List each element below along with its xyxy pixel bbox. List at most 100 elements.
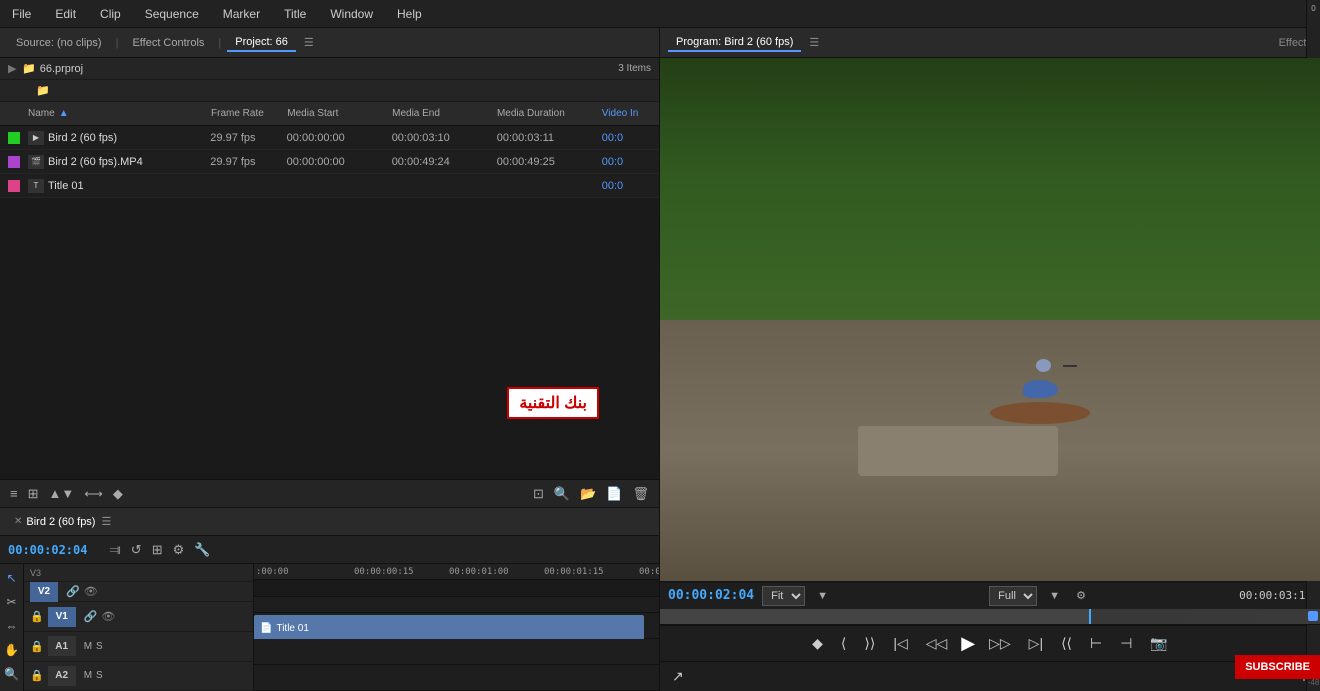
media-fps-2: 29.97 fps — [210, 156, 286, 168]
zoom-tool[interactable]: 🔍 — [2, 664, 22, 684]
step-back-btn[interactable]: ⟨ — [837, 633, 850, 654]
storyboard-icon[interactable]: ⊡ — [531, 484, 546, 504]
track-v1-eye[interactable]: 👁 — [101, 610, 115, 623]
sort-icon-btn[interactable]: ▲▼ — [47, 484, 77, 503]
lift-btn[interactable]: 📷 — [1146, 633, 1171, 654]
menu-help[interactable]: Help — [393, 5, 426, 23]
bird-bath-bowl — [990, 402, 1090, 424]
ripple-tool[interactable]: ↺ — [129, 540, 144, 560]
monitor-scrubber[interactable] — [660, 609, 1320, 625]
select-tool[interactable]: ↖ — [2, 568, 22, 588]
sort-icon: ▲ — [59, 108, 69, 119]
track-a2-s[interactable]: S — [96, 670, 103, 681]
fit-dropdown[interactable]: Fit — [762, 586, 805, 606]
go-to-out-btn[interactable]: ▷| — [1025, 633, 1047, 654]
track-a2-m[interactable]: M — [84, 670, 92, 681]
new-item-icon[interactable]: 📄 — [604, 484, 624, 504]
project-panel: Source: (no clips) | Effect Controls | P… — [0, 28, 659, 508]
sequence-icon: ▶ — [28, 131, 44, 145]
insert-track-tool[interactable]: ⊞ — [150, 540, 165, 560]
export-btn[interactable]: ↗ — [668, 666, 688, 687]
tab-separator-1: | — [116, 37, 119, 49]
delete-icon[interactable]: 🗑 — [630, 484, 651, 504]
project-folder-row: ▶ 📁 66.prproj 3 Items — [0, 58, 659, 80]
menu-marker[interactable]: Marker — [219, 5, 264, 23]
project-menu-btn[interactable]: ☰ — [304, 36, 314, 49]
tab-source[interactable]: Source: (no clips) — [8, 35, 110, 51]
shuttle-btn[interactable]: ⟨⟨ — [1057, 633, 1076, 654]
menu-clip[interactable]: Clip — [96, 5, 125, 23]
new-folder-icon[interactable]: 📁 — [36, 84, 50, 97]
tab-program-monitor[interactable]: Program: Bird 2 (60 fps) — [668, 34, 801, 52]
col-mediaend-header: Media End — [392, 108, 497, 119]
track-a1-area — [254, 639, 659, 665]
media-item-bird-sequence[interactable]: ▶ Bird 2 (60 fps) 29.97 fps 00:00:00:00 … — [0, 126, 659, 150]
track-a1-lock[interactable]: 🔒 — [30, 640, 44, 653]
search-icon[interactable]: 🔍 — [552, 484, 572, 504]
monitor-toolbar: ↗ + — [660, 661, 1320, 691]
fit-chevron[interactable]: ▼ — [817, 590, 828, 602]
snap-tool[interactable]: ⫥ — [107, 540, 122, 560]
quality-dropdown[interactable]: Full — [989, 586, 1037, 606]
color-icon-green — [8, 132, 20, 144]
track-a1-s[interactable]: S — [96, 641, 103, 652]
subscribe-badge[interactable]: SUBSCRIBE — [1235, 655, 1320, 679]
step-forward-btn[interactable]: ▷▷ — [985, 633, 1015, 654]
settings-icon[interactable]: ⚙ — [1076, 589, 1086, 602]
media-item-bird-mp4[interactable]: 🎬 Bird 2 (60 fps).MP4 29.97 fps 00:00:00… — [0, 150, 659, 174]
play-btn[interactable]: ▶ — [961, 633, 975, 654]
cut-tool[interactable]: ✂ — [2, 592, 22, 612]
track-a1-m[interactable]: M — [84, 641, 92, 652]
wrench-tool[interactable]: 🔧 — [192, 540, 212, 560]
ripple-edit-tool[interactable]: ⇔ — [2, 616, 22, 636]
in-point-marker — [1308, 611, 1318, 621]
track-v3-header: V3 — [24, 564, 253, 582]
title-clip-label: Title 01 — [276, 623, 308, 634]
autofit-icon[interactable]: ⟷ — [82, 484, 105, 504]
track-v1-lock[interactable]: 🔒 — [30, 610, 44, 623]
hand-tool[interactable]: ✋ — [2, 640, 22, 660]
ruler-mark-4: 00:00:02:00 — [639, 567, 659, 577]
bird-body-shape — [1023, 380, 1058, 398]
menu-window[interactable]: Window — [326, 5, 377, 23]
tab-project[interactable]: Project: 66 — [227, 34, 296, 52]
overwrite-btn[interactable]: ⊣ — [1116, 633, 1136, 654]
settings-tool[interactable]: ⚙ — [171, 540, 187, 560]
step-backward-btn[interactable]: ◁◁ — [922, 633, 952, 654]
timeline-menu-icon[interactable]: ☰ — [101, 515, 111, 528]
tab-close-icon[interactable]: ✕ — [14, 516, 22, 527]
media-fps-1: 29.97 fps — [210, 132, 286, 144]
timeline-tool-strip: ↖ ✂ ⇔ ✋ 🔍 — [0, 564, 24, 691]
folder-expand-icon[interactable]: ▶ — [8, 62, 22, 75]
menu-file[interactable]: File — [8, 5, 35, 23]
quality-chevron[interactable]: ▼ — [1049, 590, 1060, 602]
add-marker-btn[interactable]: ◆ — [808, 633, 827, 654]
track-controls: V3 V2 🔗 👁 🔒 V1 🔗 👁 — [24, 564, 254, 691]
media-end-1: 00:00:03:10 — [392, 132, 497, 144]
go-to-in-btn[interactable]: |◁ — [889, 633, 911, 654]
menu-edit[interactable]: Edit — [51, 5, 80, 23]
title-icon: T — [28, 179, 44, 193]
track-v2-eye[interactable]: 👁 — [84, 585, 98, 598]
track-v3-label: V3 — [30, 568, 58, 578]
free-speech-icon[interactable]: ◆ — [111, 484, 125, 504]
new-bin-icon[interactable]: 📂 — [578, 484, 598, 504]
track-a2-lock[interactable]: 🔒 — [30, 669, 44, 682]
bird-head-shape — [1036, 359, 1051, 372]
tab-effect-controls[interactable]: Effect Controls — [124, 35, 212, 51]
icon-view-icon[interactable]: ⊞ — [26, 484, 41, 504]
timeline-timecode: 00:00:02:04 — [8, 543, 87, 557]
track-a1-badge: A1 — [48, 636, 76, 656]
stone-ledge — [858, 426, 1058, 476]
in-point-btn[interactable]: ⟩⟩ — [860, 633, 879, 654]
program-tabs: Program: Bird 2 (60 fps) ☰ Effects — [660, 28, 1320, 58]
list-view-icon[interactable]: ≡ — [8, 484, 20, 503]
program-menu-btn[interactable]: ☰ — [809, 36, 819, 49]
track-v2-area — [254, 597, 659, 613]
menu-sequence[interactable]: Sequence — [141, 5, 203, 23]
main-layout: Source: (no clips) | Effect Controls | P… — [0, 28, 1320, 691]
insert-btn[interactable]: ⊢ — [1086, 633, 1106, 654]
menu-title[interactable]: Title — [280, 5, 310, 23]
tab-timeline-sequence[interactable]: ✕ Bird 2 (60 fps) ☰ — [8, 513, 117, 530]
media-item-title01[interactable]: T Title 01 00:0 — [0, 174, 659, 198]
